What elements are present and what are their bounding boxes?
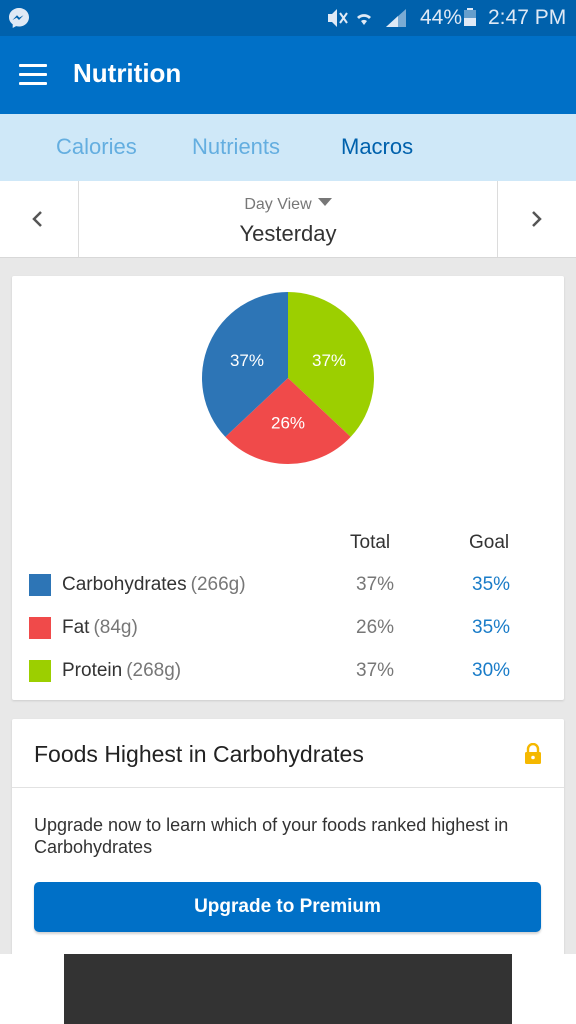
- macro-grams: (268g): [126, 660, 182, 681]
- next-day-button[interactable]: [497, 181, 576, 257]
- macro-goal[interactable]: 35%: [472, 574, 510, 596]
- pie-label-fat: 26%: [271, 414, 305, 433]
- foods-card-title: Foods Highest in Carbohydrates: [34, 741, 364, 767]
- tab-bar: Calories Nutrients Macros: [0, 114, 576, 181]
- macro-grams: (266g): [190, 574, 246, 595]
- battery-percent: 44%: [420, 6, 463, 29]
- tab-nutrients[interactable]: Nutrients: [192, 134, 280, 160]
- foods-highest-card: Foods Highest in Carbohydrates Upgrade n…: [12, 719, 564, 959]
- macro-row-carbohydrates: Carbohydrates (266g) 37% 35%: [12, 570, 564, 600]
- hamburger-menu-icon[interactable]: [19, 64, 47, 86]
- upgrade-to-premium-button[interactable]: Upgrade to Premium: [34, 882, 541, 932]
- tab-macros[interactable]: Macros: [341, 134, 413, 160]
- signal-icon: [386, 9, 406, 27]
- chevron-right-icon: [532, 211, 542, 227]
- tab-calories[interactable]: Calories: [56, 134, 137, 160]
- clock: 2:47 PM: [488, 6, 567, 29]
- macros-card: 37% 26% 37% Total Goal Carbohydrates (266g)…: [12, 276, 564, 700]
- battery-icon: [464, 8, 476, 26]
- system-icons: [328, 9, 406, 27]
- macro-goal[interactable]: 35%: [472, 617, 510, 639]
- legend-swatch: [29, 617, 51, 639]
- upgrade-message: Upgrade now to learn which of your foods…: [34, 815, 509, 857]
- app-bar: Nutrition: [0, 36, 576, 114]
- macro-grams: (84g): [93, 617, 138, 638]
- mute-icon: [328, 9, 348, 27]
- macros-pie-chart: 37% 26% 37%: [202, 292, 374, 464]
- macro-row-fat: Fat (84g) 26% 35%: [12, 613, 564, 643]
- column-header-total: Total: [350, 532, 391, 553]
- macro-name: Carbohydrates: [62, 574, 187, 595]
- macro-total: 26%: [356, 617, 395, 638]
- page-title: Nutrition: [73, 58, 182, 88]
- lock-icon: [525, 743, 541, 764]
- messenger-icon: [9, 8, 29, 28]
- date-selector: Day View Yesterday: [0, 181, 576, 258]
- legend-swatch: [29, 574, 51, 596]
- macro-goal[interactable]: 30%: [472, 660, 510, 682]
- selected-date: Yesterday: [239, 221, 337, 246]
- wifi-icon: [357, 14, 371, 25]
- macro-total: 37%: [356, 574, 395, 595]
- status-bar: 44% 2:47 PM: [0, 0, 576, 36]
- day-view-dropdown[interactable]: Day View: [0, 196, 576, 214]
- column-header-goal: Goal: [469, 532, 510, 553]
- dropdown-caret-icon: [317, 198, 332, 206]
- ad-banner[interactable]: [64, 954, 512, 1024]
- macro-total: 37%: [356, 660, 395, 681]
- divider: [12, 787, 564, 788]
- macro-row-protein: Protein (268g) 37% 30%: [12, 656, 564, 686]
- macro-name: Fat: [62, 617, 90, 638]
- pie-label-protein: 37%: [312, 351, 346, 370]
- pie-label-carbohydrates: 37%: [230, 351, 264, 370]
- macro-name: Protein: [62, 660, 123, 681]
- day-view-label: Day View: [244, 196, 312, 213]
- legend-swatch: [29, 660, 51, 682]
